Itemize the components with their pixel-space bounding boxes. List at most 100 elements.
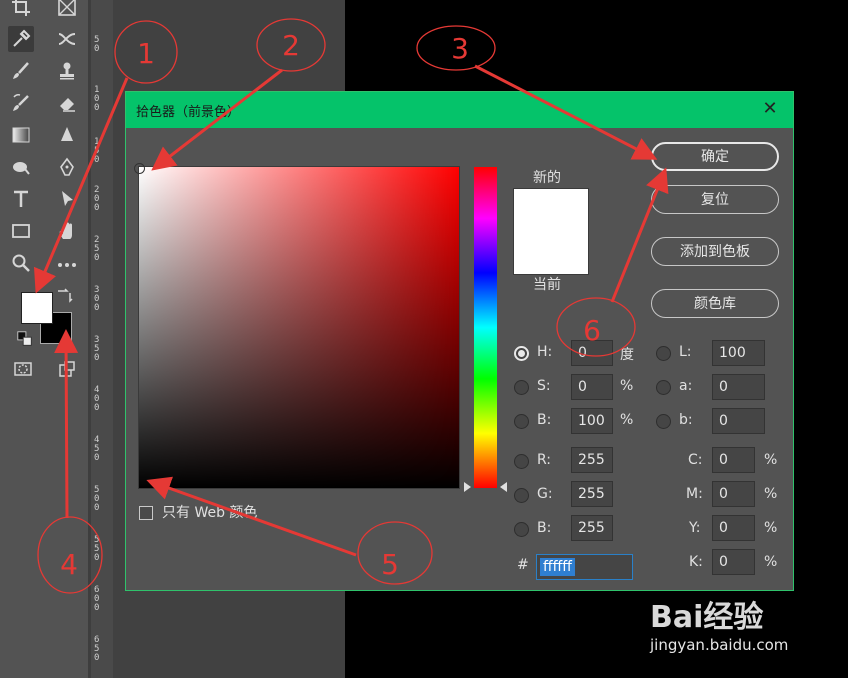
more-tools-icon[interactable] [54, 250, 80, 276]
blue-input[interactable]: 255 [571, 515, 613, 541]
foreground-color-swatch[interactable] [21, 292, 53, 324]
ruler-label: 1 0 0 [94, 85, 100, 113]
ok-button[interactable]: 确定 [651, 142, 779, 171]
dodge-tool-icon[interactable] [8, 154, 34, 180]
brightness-input[interactable]: 100 [571, 408, 613, 434]
hue-input[interactable]: 0 [571, 340, 613, 366]
hue-slider[interactable] [474, 167, 497, 488]
lab-l-label: L: [679, 344, 692, 360]
baidu-jingyan-watermark: Bai经验 jingyan.baidu.com [650, 588, 810, 668]
crop-tool-icon[interactable] [8, 0, 34, 20]
ruler-label: 3 5 0 [94, 335, 100, 363]
rectangle-tool-icon[interactable] [8, 218, 34, 244]
default-colors-icon[interactable] [16, 330, 34, 348]
ruler-label: 5 0 [94, 35, 100, 54]
pen-tool-icon[interactable] [54, 154, 80, 180]
ruler-label: 5 5 0 [94, 535, 100, 563]
type-tool-icon[interactable] [8, 186, 34, 212]
quick-mask-icon[interactable] [10, 356, 36, 382]
ruler-label: 3 0 0 [94, 285, 100, 313]
blue-label: B: [537, 520, 552, 536]
cyan-unit: % [764, 452, 778, 468]
hex-value: ffffff [540, 558, 575, 576]
red-input[interactable]: 255 [571, 447, 613, 473]
new-color-label: 新的 [533, 170, 561, 186]
yellow-unit: % [764, 520, 778, 536]
hue-slider-left-arrow-icon[interactable] [464, 482, 471, 492]
zoom-tool-icon[interactable] [8, 250, 34, 276]
frame-tool-icon[interactable] [54, 0, 80, 20]
close-icon[interactable]: ✕ [761, 99, 779, 119]
ruler-label: 5 0 0 [94, 485, 100, 513]
lab-l-radio[interactable] [656, 346, 671, 361]
dialog-title: 拾色器（前景色） [136, 105, 241, 120]
healing-tool-icon[interactable] [54, 26, 80, 52]
lab-a-input[interactable]: 0 [712, 374, 765, 400]
tools-panel [0, 0, 88, 678]
blue-radio[interactable] [514, 522, 529, 537]
watermark-brand: Bai经验 [650, 600, 764, 635]
lab-b-radio[interactable] [656, 414, 671, 429]
hue-radio[interactable] [514, 346, 529, 361]
magenta-input[interactable]: 0 [712, 481, 755, 507]
red-radio[interactable] [514, 454, 529, 469]
cyan-label: C: [688, 452, 703, 468]
ruler-label: 6 0 0 [94, 585, 100, 613]
watermark-url: jingyan.baidu.com [650, 636, 789, 654]
magenta-label: M: [686, 486, 703, 502]
add-to-swatches-button[interactable]: 添加到色板 [651, 237, 779, 266]
reset-button[interactable]: 复位 [651, 185, 779, 214]
saturation-input[interactable]: 0 [571, 374, 613, 400]
stamp-tool-icon[interactable] [54, 58, 80, 84]
color-preview [513, 188, 589, 275]
brightness-radio[interactable] [514, 414, 529, 429]
hue-label: H: [537, 344, 553, 360]
path-selection-icon[interactable] [54, 186, 80, 212]
hue-slider-right-arrow-icon[interactable] [500, 482, 507, 492]
vertical-ruler: 5 0 1 0 0 1 5 0 2 0 0 2 5 0 3 0 0 3 5 0 … [91, 0, 113, 678]
hex-input[interactable]: ffffff [536, 554, 633, 580]
eyedropper-tool-icon[interactable] [8, 26, 34, 52]
brush-tool-icon[interactable] [8, 58, 34, 84]
eraser-tool-icon[interactable] [54, 90, 80, 116]
screen-mode-icon[interactable] [54, 356, 80, 382]
black-label: K: [689, 554, 703, 570]
ruler-label: 4 5 0 [94, 435, 100, 463]
gradient-tool-icon[interactable] [8, 122, 34, 148]
web-colors-checkbox[interactable] [139, 506, 153, 520]
ruler-label: 4 0 0 [94, 385, 100, 413]
hand-tool-icon[interactable] [54, 218, 80, 244]
lab-a-radio[interactable] [656, 380, 671, 395]
color-picker-cursor[interactable] [134, 163, 145, 174]
swap-colors-icon[interactable] [54, 285, 74, 305]
red-label: R: [537, 452, 552, 468]
saturation-brightness-field[interactable] [138, 166, 460, 489]
hex-label: # [517, 557, 529, 573]
green-label: G: [537, 486, 553, 502]
current-color-label: 当前 [533, 277, 561, 293]
cyan-input[interactable]: 0 [712, 447, 755, 473]
color-libraries-button[interactable]: 颜色库 [651, 289, 779, 318]
yellow-input[interactable]: 0 [712, 515, 755, 541]
yellow-label: Y: [689, 520, 701, 536]
magenta-unit: % [764, 486, 778, 502]
ruler-label: 2 5 0 [94, 235, 100, 263]
lab-b-input[interactable]: 0 [712, 408, 765, 434]
lab-l-input[interactable]: 100 [712, 340, 765, 366]
hue-unit: 度 [620, 347, 634, 363]
dialog-titlebar[interactable]: 拾色器（前景色） ✕ [126, 92, 793, 128]
green-input[interactable]: 255 [571, 481, 613, 507]
black-unit: % [764, 554, 778, 570]
black-input[interactable]: 0 [712, 549, 755, 575]
saturation-radio[interactable] [514, 380, 529, 395]
blur-tool-icon[interactable] [54, 122, 80, 148]
lab-a-label: a: [679, 378, 693, 394]
history-brush-icon[interactable] [8, 90, 34, 116]
lab-b-label: b: [679, 412, 693, 428]
green-radio[interactable] [514, 488, 529, 503]
color-picker-dialog: 拾色器（前景色） ✕ 新的 当前 确定 复位 添加到色板 颜色库 H: 0 度 … [125, 91, 794, 591]
ruler-label: 6 5 0 [94, 635, 100, 663]
brightness-unit: % [620, 412, 634, 428]
saturation-unit: % [620, 378, 634, 394]
brightness-label: B: [537, 412, 552, 428]
